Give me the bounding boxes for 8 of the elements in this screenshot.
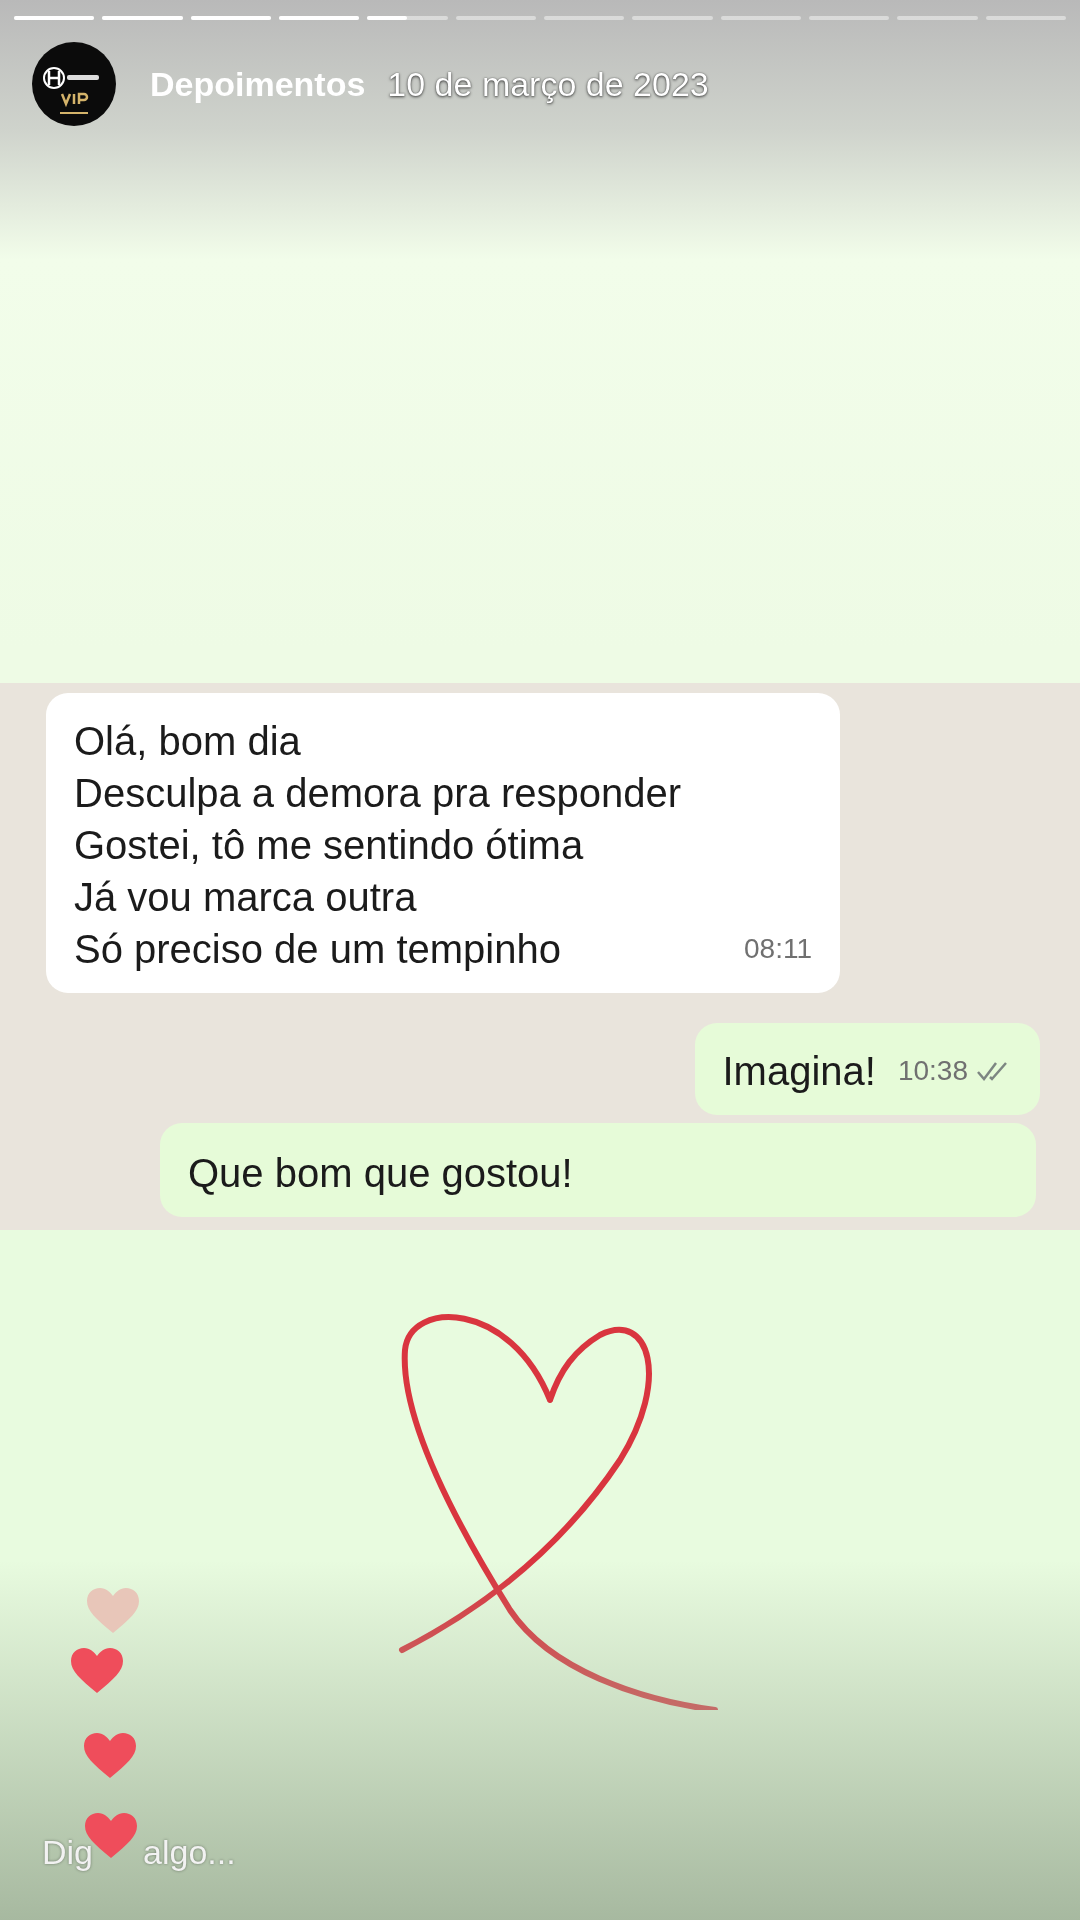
message-text: Olá, bom dia Desculpa a demora pra responder Gostei, tô me sentindo ótima Já vou marca outra Só preciso de um tempinho <box>74 718 681 973</box>
message-text: Imagina! <box>722 1048 876 1095</box>
reply-field[interactable]: Dig algo... <box>42 1833 236 1872</box>
avatar-logo-icon <box>32 42 116 126</box>
message-text: Que bom que gostou! <box>188 1150 573 1197</box>
message-time: 08:11 <box>744 932 812 966</box>
account-name[interactable]: Depoimentos <box>150 64 366 104</box>
message-time: 10:38 <box>897 1054 968 1088</box>
